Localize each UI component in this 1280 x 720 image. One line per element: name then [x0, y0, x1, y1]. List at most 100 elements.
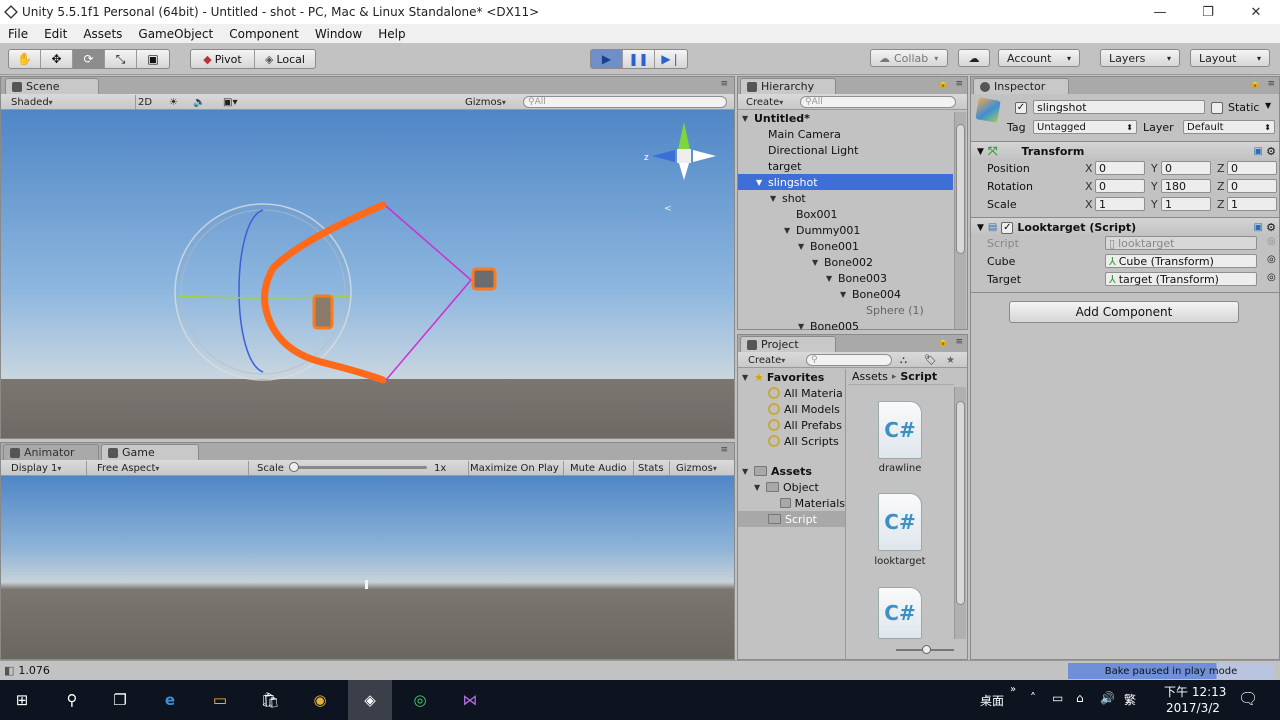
panel-menu-icon[interactable]: ≡: [720, 445, 728, 455]
battery-icon[interactable]: ▭: [1052, 691, 1063, 705]
mute-audio-toggle[interactable]: Mute Audio: [570, 461, 634, 475]
script-folder[interactable]: Script: [738, 511, 845, 527]
chrome-icon[interactable]: ◉: [308, 688, 332, 712]
script-component-header[interactable]: ▼ ▤ ✓ Looktarget (Script) ▣ ⚙: [971, 217, 1279, 237]
clock-date[interactable]: 2017/3/2: [1166, 701, 1220, 715]
scale-tool-button[interactable]: ⤡: [105, 50, 137, 68]
hierarchy-item[interactable]: ▼ Bone002: [738, 254, 953, 270]
file-label-looktarget[interactable]: looktarget: [860, 556, 940, 567]
step-button[interactable]: ▶❘: [655, 50, 687, 68]
expand-arrow-icon[interactable]: ▼: [742, 114, 754, 123]
active-checkbox[interactable]: ✓: [1015, 102, 1027, 114]
favorite-item[interactable]: All Materia: [738, 385, 845, 401]
breadcrumb-assets[interactable]: Assets: [852, 370, 888, 383]
cloud-button[interactable]: ☁: [958, 49, 990, 67]
transform-header[interactable]: ▼ ⤧ Transform ▣ ⚙: [971, 141, 1279, 161]
target-field[interactable]: ⅄ target (Transform): [1105, 272, 1257, 286]
network-icon[interactable]: ⌂: [1076, 691, 1084, 705]
tab-hierarchy[interactable]: Hierarchy: [740, 78, 836, 94]
menu-edit[interactable]: Edit: [36, 27, 75, 41]
scale-x-field[interactable]: 1: [1095, 197, 1145, 211]
project-scrollbar[interactable]: [954, 387, 966, 639]
menu-help[interactable]: Help: [370, 27, 413, 41]
maximize-button[interactable]: ❐: [1184, 0, 1232, 24]
game-viewport[interactable]: [1, 476, 734, 659]
store-icon[interactable]: 🛍: [258, 688, 282, 712]
pivot-button[interactable]: ◆ Pivot: [191, 50, 255, 68]
assets-folder[interactable]: ▼ Assets: [738, 463, 845, 479]
expand-arrow-icon[interactable]: ▼: [798, 322, 810, 331]
tab-game[interactable]: Game: [101, 444, 199, 460]
layout-dropdown[interactable]: Layout ▾: [1190, 49, 1270, 67]
layers-dropdown[interactable]: Layers ▾: [1100, 49, 1180, 67]
pause-button[interactable]: ❚❚: [623, 50, 655, 68]
tab-scene[interactable]: Scene: [5, 78, 99, 94]
effects-dropdown-icon[interactable]: ▣▾: [223, 95, 237, 109]
position-y-field[interactable]: 0: [1161, 161, 1211, 175]
object-name-field[interactable]: slingshot: [1033, 100, 1205, 114]
scene-viewport[interactable]: z <: [1, 110, 734, 438]
tab-project[interactable]: Project: [740, 336, 836, 352]
hierarchy-item[interactable]: ▼ shot: [738, 190, 953, 206]
expand-arrow-icon[interactable]: ▼: [798, 242, 810, 251]
lock-icon[interactable]: 🔒: [938, 337, 949, 347]
position-z-field[interactable]: 0: [1227, 161, 1277, 175]
favorite-item[interactable]: All Prefabs: [738, 417, 845, 433]
scale-slider-thumb[interactable]: [289, 462, 299, 472]
account-dropdown[interactable]: Account ▾: [998, 49, 1080, 67]
menu-assets[interactable]: Assets: [75, 27, 130, 41]
scale-slider-track[interactable]: [291, 466, 427, 469]
expand-arrow-icon[interactable]: ▼: [826, 274, 838, 283]
volume-icon[interactable]: 🔊: [1100, 691, 1115, 705]
hierarchy-item[interactable]: Main Camera: [738, 126, 953, 142]
layer-dropdown[interactable]: Default ⬍: [1183, 120, 1275, 134]
hierarchy-item[interactable]: ▼ Bone001: [738, 238, 953, 254]
edge-browser-icon[interactable]: e: [158, 688, 182, 712]
gear-icon[interactable]: ⚙: [1266, 145, 1276, 158]
favorite-item[interactable]: All Models: [738, 401, 845, 417]
scene-orientation-gizmo[interactable]: z <: [644, 122, 716, 214]
play-button[interactable]: ▶: [591, 50, 623, 68]
hierarchy-item[interactable]: ▼ slingshot: [738, 174, 953, 190]
collab-button[interactable]: ☁ Collab ▾: [870, 49, 948, 67]
scene-search-input[interactable]: ⚲ All: [523, 96, 727, 108]
target-cube[interactable]: [471, 267, 497, 291]
hierarchy-item[interactable]: ▼ Bone004: [738, 286, 953, 302]
audio-toggle-icon[interactable]: 🔈: [193, 95, 205, 109]
breadcrumb-script[interactable]: Script: [900, 370, 937, 383]
hierarchy-item[interactable]: ▼ Untitled*: [738, 110, 953, 126]
close-button[interactable]: ✕: [1232, 0, 1280, 24]
cube-field[interactable]: ⅄ Cube (Transform): [1105, 254, 1257, 268]
display-dropdown[interactable]: Display 1: [11, 461, 87, 475]
menu-gameobject[interactable]: GameObject: [130, 27, 221, 41]
favorite-star-icon[interactable]: ★: [946, 353, 955, 367]
hierarchy-item[interactable]: ▼ Bone003: [738, 270, 953, 286]
visual-studio-icon[interactable]: ⋈: [458, 688, 482, 712]
ime-indicator[interactable]: 繁: [1124, 691, 1136, 708]
menu-file[interactable]: File: [0, 27, 36, 41]
stats-toggle[interactable]: Stats: [638, 461, 670, 475]
chevron-down-icon[interactable]: ▼: [1265, 101, 1271, 110]
help-book-icon[interactable]: ▣: [1254, 222, 1263, 233]
expand-arrow-icon[interactable]: ▼: [812, 258, 824, 267]
chevron-up-icon[interactable]: ˄: [1030, 691, 1036, 705]
toolbar-expand-icon[interactable]: »: [1010, 684, 1016, 695]
position-x-field[interactable]: 0: [1095, 161, 1145, 175]
panel-menu-icon[interactable]: ≡: [1267, 79, 1275, 89]
hierarchy-item[interactable]: ▼ Dummy001: [738, 222, 953, 238]
filter-label-icon[interactable]: 🏷: [924, 353, 937, 367]
panel-menu-icon[interactable]: ≡: [955, 337, 963, 347]
expand-arrow-icon[interactable]: ▼: [770, 194, 782, 203]
scene-canvas[interactable]: z <: [1, 110, 734, 438]
hierarchy-item[interactable]: target: [738, 158, 953, 174]
object-folder[interactable]: ▼ Object: [738, 479, 845, 495]
rotation-y-field[interactable]: 180: [1161, 179, 1211, 193]
move-tool-button[interactable]: ✥: [41, 50, 73, 68]
tab-animator[interactable]: Animator: [3, 444, 99, 460]
rect-tool-button[interactable]: ▣: [137, 50, 169, 68]
slingshot-mesh[interactable]: [261, 201, 387, 384]
hierarchy-item[interactable]: Directional Light: [738, 142, 953, 158]
project-scroll-thumb[interactable]: [956, 401, 965, 605]
local-button[interactable]: ◈ Local: [255, 50, 315, 68]
materials-folder[interactable]: Materials: [738, 495, 845, 511]
